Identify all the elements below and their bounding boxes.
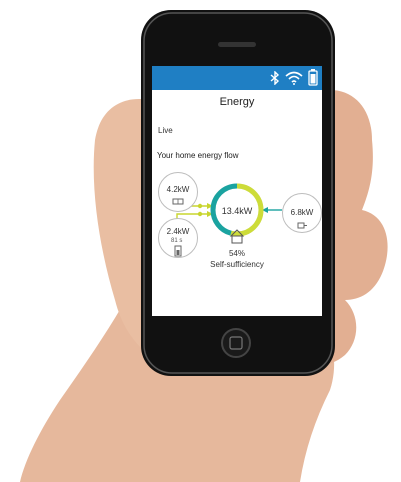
self-sufficiency-label: Self-sufficiency bbox=[210, 260, 264, 269]
solar-dot bbox=[197, 203, 203, 209]
grid-value: 6.8kW bbox=[290, 208, 314, 217]
self-sufficiency-percent: 54% bbox=[228, 249, 245, 258]
tab-live[interactable]: Live bbox=[158, 126, 173, 135]
phone-screen: Energy Live Your home energy flow 4.2kW bbox=[152, 66, 322, 316]
earpiece bbox=[218, 42, 256, 47]
page-title: Energy bbox=[219, 96, 255, 108]
battery-dot bbox=[197, 211, 203, 217]
battery-value: 2.4kW bbox=[166, 227, 190, 236]
home-button[interactable] bbox=[221, 328, 251, 358]
solar-panel-icon bbox=[172, 198, 184, 205]
grid-node[interactable]: 6.8kW bbox=[282, 193, 322, 233]
section-title: Your home energy flow bbox=[157, 151, 239, 160]
solar-value: 4.2kW bbox=[166, 185, 190, 194]
battery-storage-icon bbox=[174, 245, 182, 257]
home-consumption-value: 13.4kW bbox=[221, 206, 253, 216]
grid-plug-icon bbox=[297, 222, 307, 229]
battery-icon bbox=[308, 69, 318, 86]
bluetooth-icon bbox=[270, 70, 280, 85]
status-bar bbox=[152, 66, 322, 90]
battery-node[interactable]: 2.4kW 81 s bbox=[158, 218, 198, 258]
solar-node[interactable]: 4.2kW bbox=[158, 172, 198, 212]
battery-sub: 81 s bbox=[171, 238, 183, 244]
wifi-icon bbox=[285, 71, 303, 85]
